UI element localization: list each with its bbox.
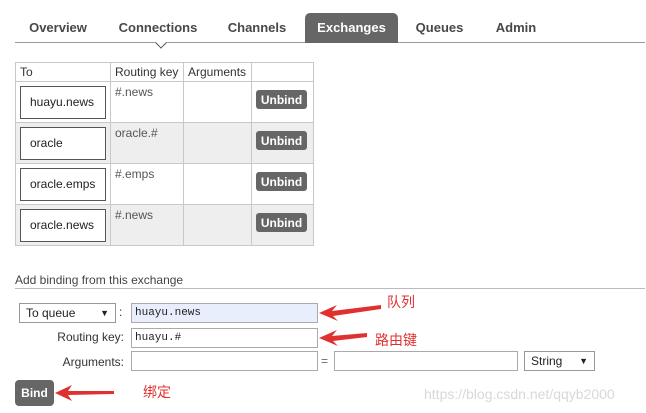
bind-annotation: 绑定: [143, 385, 171, 401]
arrow-to-destination-icon: [319, 305, 381, 321]
queue-annotation: 队列: [387, 295, 415, 311]
annotation-arrows: [55, 305, 381, 401]
arrow-to-routing-key-icon: [319, 330, 367, 346]
arrow-to-bind-icon: [55, 385, 114, 401]
routing-key-annotation: 路由键: [375, 333, 417, 349]
watermark-text: https://blog.csdn.net/qqyb2000: [424, 386, 615, 402]
